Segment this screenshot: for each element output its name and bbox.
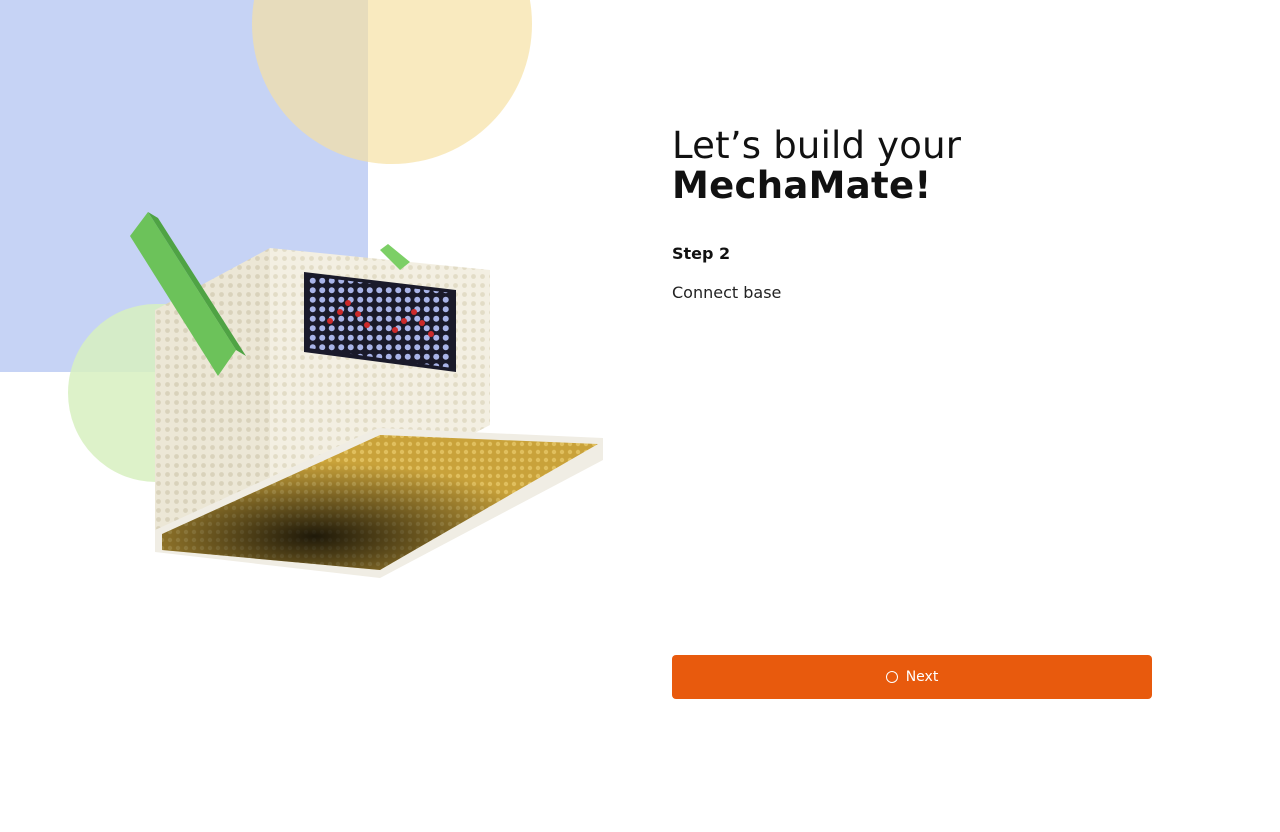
- mechamate-illustration: [0, 0, 640, 832]
- robot-cube-image: [130, 212, 603, 578]
- page-title-line1: Let’s build your: [672, 124, 962, 167]
- setup-panel: Let’s build your MechaMate! Step 2 Conne…: [672, 124, 1152, 303]
- next-button-label: Next: [905, 669, 939, 685]
- step-label: Step 2: [672, 244, 731, 263]
- step-description: Connect base: [672, 283, 782, 302]
- page: Let’s build your MechaMate! Step 2 Conne…: [0, 0, 1280, 832]
- next-button[interactable]: Next: [672, 655, 1152, 699]
- spinner-icon: [885, 671, 898, 683]
- page-title-line2: MechaMate!: [672, 164, 932, 207]
